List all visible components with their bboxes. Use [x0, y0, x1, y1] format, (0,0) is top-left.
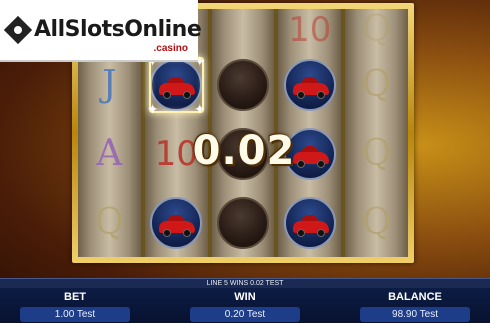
coin-icon	[216, 58, 269, 111]
balance-value: 98.90 Test	[360, 307, 470, 322]
balance-label: BALANCE	[388, 291, 442, 303]
watermark-logo: AllSlotsOnline .casino	[0, 0, 202, 62]
reel-symbol	[145, 192, 208, 254]
symbol-letter: Q	[361, 63, 392, 105]
bet-label: BET	[64, 291, 86, 303]
sparkle-icon: ✦	[146, 100, 159, 117]
logo-diamond-icon	[3, 15, 33, 45]
sparkle-icon: ✦	[193, 100, 206, 117]
status-message: LINE 5 WINS 0.02 TEST	[0, 278, 490, 288]
win-panel: WIN 0.20 Test	[190, 288, 300, 323]
sports-car-icon	[283, 58, 336, 111]
reel-symbol-partial: Q	[345, 8, 408, 50]
sports-car-icon	[150, 196, 203, 249]
sports-car-icon	[283, 196, 336, 249]
reel-symbol: Q	[78, 192, 141, 254]
symbol-letter: Q	[361, 8, 392, 50]
symbol-letter: Q	[361, 201, 392, 243]
bet-panel[interactable]: BET 1.00 Test	[20, 288, 130, 323]
bottom-bar: BET 1.00 Test WIN 0.20 Test BALANCE 98.9…	[0, 288, 490, 323]
reel-symbol-partial: 10	[278, 13, 341, 47]
logo-subtext: .casino	[153, 43, 188, 54]
symbol-letter: Q	[94, 201, 125, 243]
reel-symbol: ✦✦✦✦	[145, 54, 208, 116]
coin-icon	[216, 196, 269, 249]
reel-symbol	[278, 192, 341, 254]
symbol-letter: J	[102, 63, 117, 105]
bet-value[interactable]: 1.00 Test	[20, 307, 130, 322]
logo-text: AllSlotsOnline	[34, 17, 202, 42]
reel-symbol	[212, 192, 275, 254]
reel-symbol: Q	[345, 54, 408, 116]
balance-panel: BALANCE 98.90 Test	[360, 288, 470, 323]
win-amount-overlay: 0.02	[192, 128, 296, 174]
reel-symbol	[278, 54, 341, 116]
reel-symbol: Q	[345, 192, 408, 254]
win-value: 0.20 Test	[190, 307, 300, 322]
win-label: WIN	[234, 291, 256, 303]
reel-symbol-partial	[212, 13, 275, 47]
symbol-letter: 10	[288, 9, 332, 50]
reel-symbol: J	[78, 54, 141, 116]
reel-symbol	[212, 54, 275, 116]
